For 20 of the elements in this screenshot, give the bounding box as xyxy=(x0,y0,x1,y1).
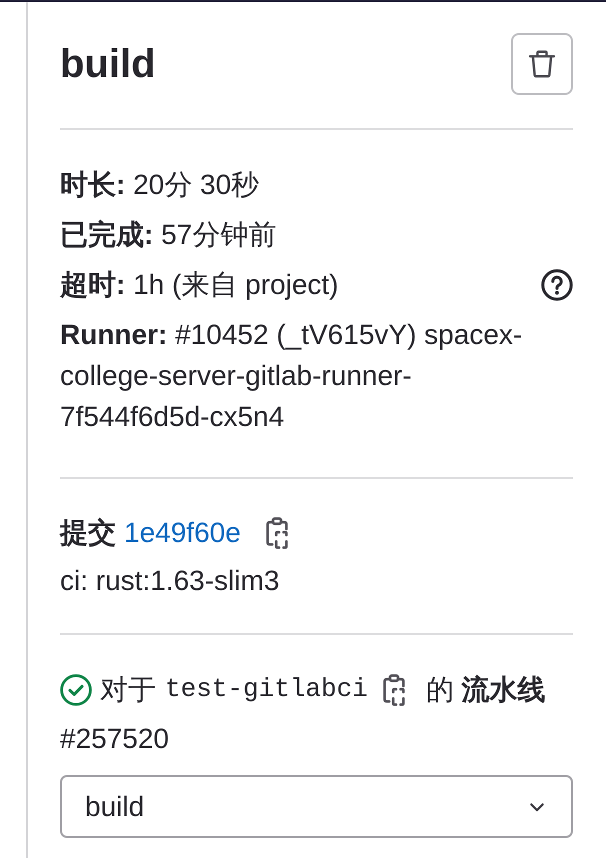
job-detail-text: Runner: #10452 (_tV615vY) spacex-college-server-gitlab-runner-7f544f6d5d-cx5n4 xyxy=(60,318,524,434)
pipeline-prefix-text: 对于 xyxy=(100,673,156,707)
branch-name-text: test-gitlabci xyxy=(165,673,368,706)
pipeline-label-text: 的 流水线 xyxy=(426,673,546,707)
copy-button[interactable] xyxy=(382,674,406,706)
trash-icon xyxy=(528,49,556,79)
copy-button[interactable] xyxy=(264,516,289,548)
job-detail-text: 时长: 20分 30秒 xyxy=(60,168,260,202)
commit-sha-link[interactable]: 1e49f60e xyxy=(124,512,241,553)
delete-button[interactable] xyxy=(511,33,573,95)
job-detail-text: 已完成: 57分钟前 xyxy=(60,218,276,252)
pipeline-id-text: #257520 xyxy=(60,722,170,756)
copy-icon xyxy=(264,516,289,548)
commit-message-text: ci: rust:1.63-slim3 xyxy=(60,564,280,598)
help-icon[interactable] xyxy=(541,268,573,300)
stage-dropdown[interactable]: build xyxy=(60,775,573,838)
commit-label: 提交 xyxy=(60,516,116,550)
job-detail-text: 超时: 1h (来自 project) xyxy=(60,268,338,302)
copy-icon xyxy=(382,674,406,706)
job-title: build xyxy=(60,41,156,88)
